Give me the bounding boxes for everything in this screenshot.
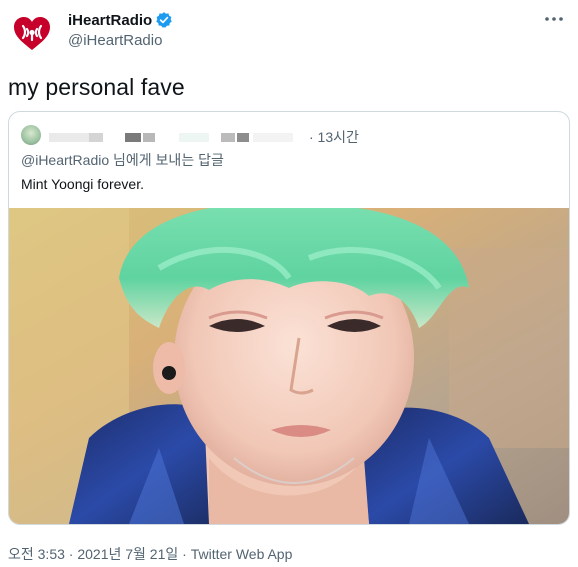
redacted-name-block <box>125 133 141 142</box>
redacted-handle <box>179 133 209 142</box>
redacted-name-block <box>143 133 155 142</box>
quoted-timestamp[interactable]: · 13시간 <box>309 127 359 147</box>
more-options-icon[interactable] <box>542 10 566 28</box>
redacted-handle-block <box>237 133 249 142</box>
account-handle[interactable]: @iHeartRadio <box>68 32 162 49</box>
name-row: iHeartRadio <box>68 11 173 29</box>
redacted-handle-block <box>221 133 235 142</box>
quoted-tweet[interactable]: · 13시간 @iHeartRadio 님에게 보내는 답글 Mint Yoon… <box>8 111 570 525</box>
redacted-name-block <box>89 133 103 142</box>
quoted-tweet-text: Mint Yoongi forever. <box>21 176 144 192</box>
tweet-text: my personal fave <box>8 74 185 100</box>
tweet-header: iHeartRadio @iHeartRadio <box>8 8 570 58</box>
reply-to-label: @iHeartRadio 님에게 보내는 답글 <box>21 152 224 168</box>
display-name[interactable]: iHeartRadio <box>68 12 152 29</box>
iheartradio-logo[interactable] <box>8 10 56 58</box>
quoted-avatar[interactable] <box>21 125 41 145</box>
redacted-handle-block <box>253 133 293 142</box>
verified-badge-icon <box>155 11 173 29</box>
redacted-name <box>49 133 89 142</box>
quoted-photo[interactable] <box>9 208 569 524</box>
tweet-meta[interactable]: 오전 3:53 · 2021년 7월 21일 · Twitter Web App <box>8 544 292 564</box>
quoted-tweet-header: · 13시간 <box>21 125 561 145</box>
